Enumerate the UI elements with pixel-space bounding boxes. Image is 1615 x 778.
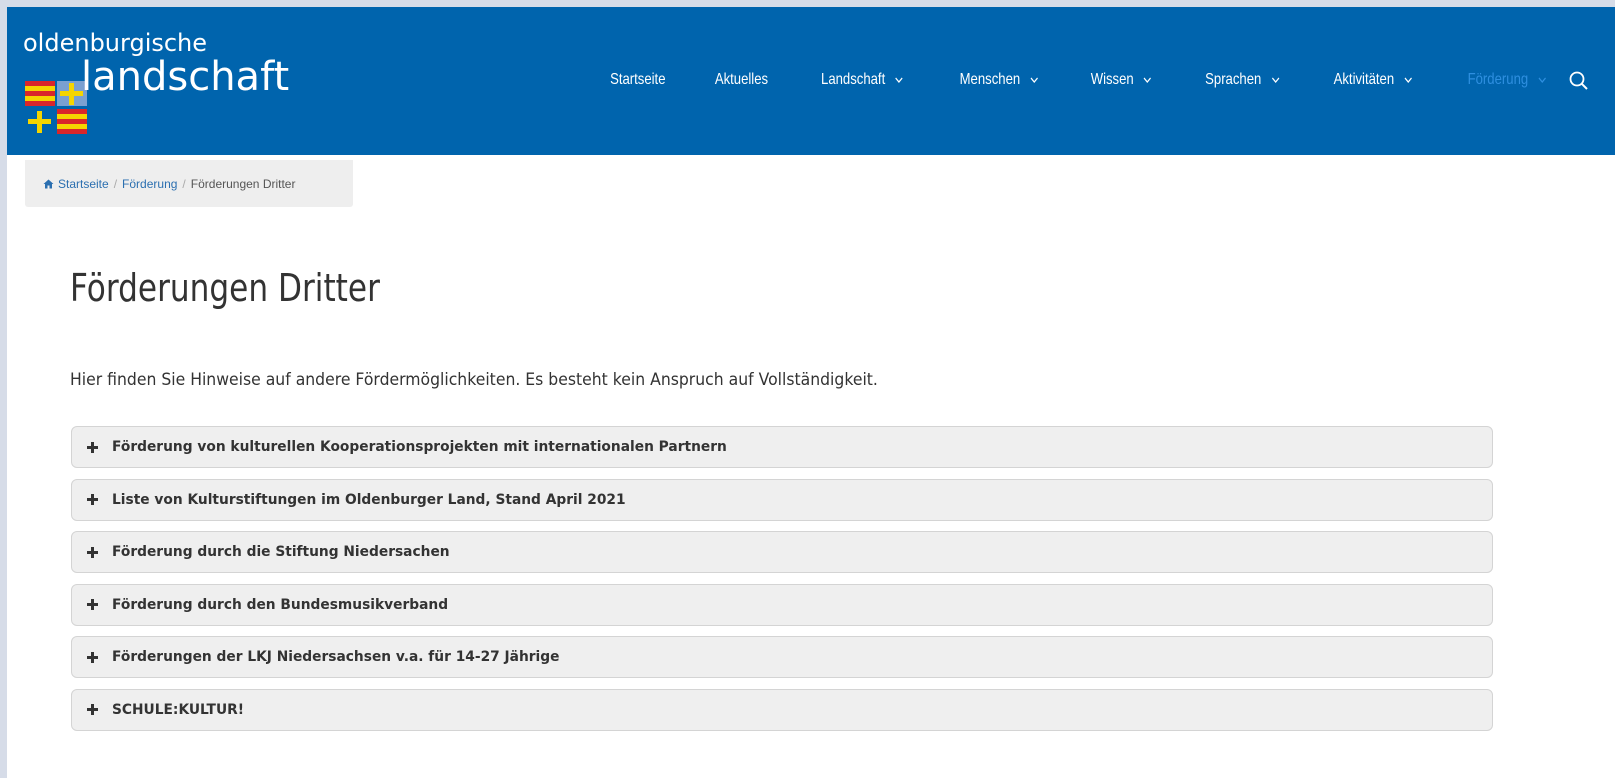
nav-label: Landschaft <box>821 71 886 88</box>
search-icon[interactable] <box>1567 69 1591 93</box>
breadcrumb-current: Förderungen Dritter <box>190 176 296 191</box>
plus-icon <box>87 651 98 663</box>
nav-item-landschaft[interactable]: Landschaft <box>821 71 904 89</box>
breadcrumb-separator: / <box>182 176 186 191</box>
plus-icon <box>87 441 98 453</box>
nav-item-foerderung[interactable]: Förderung <box>1468 71 1547 89</box>
accordion-item[interactable]: Liste von Kulturstiftungen im Oldenburge… <box>71 478 1493 521</box>
nav-label: Aktuelles <box>715 71 769 88</box>
plus-icon <box>87 494 98 505</box>
window-top-border <box>0 0 1615 7</box>
chevron-down-icon <box>895 77 904 83</box>
accordion-item-label: Förderungen der LKJ Niedersachsen v.a. f… <box>112 649 560 665</box>
accordion-item-label: Liste von Kulturstiftungen im Oldenburge… <box>112 491 626 508</box>
accordion-item[interactable]: Förderung von kulturellen Kooperationspr… <box>71 426 1493 468</box>
plus-icon <box>87 546 98 558</box>
window-left-border <box>0 0 7 778</box>
chevron-down-icon <box>1538 77 1546 83</box>
nav-label: Förderung <box>1467 71 1529 88</box>
nav-item-startseite[interactable]: Startseite <box>610 71 665 89</box>
accordion-item-label: Förderung durch den Bundesmusikverband <box>112 596 449 613</box>
nav-label: Aktivitäten <box>1333 71 1395 88</box>
chevron-down-icon <box>1029 77 1038 83</box>
nav-item-wissen[interactable]: Wissen <box>1091 71 1152 89</box>
accordion: Förderung von kulturellen Kooperationspr… <box>71 426 1493 741</box>
breadcrumb-separator: / <box>113 176 118 191</box>
nav-label: Sprachen <box>1205 71 1262 88</box>
breadcrumb-link-foerderung[interactable]: Förderung <box>122 177 177 191</box>
nav-label: Wissen <box>1091 71 1135 88</box>
accordion-item-label: Förderung durch die Stiftung Niedersache… <box>112 544 450 560</box>
main-navigation: Startseite Aktuelles Landschaft Menschen… <box>604 71 1555 89</box>
chevron-down-icon <box>1144 77 1152 83</box>
accordion-item[interactable]: Förderung durch den Bundesmusikverband <box>71 583 1493 626</box>
nav-item-aktivitaeten[interactable]: Aktivitäten <box>1334 71 1413 89</box>
nav-item-sprachen[interactable]: Sprachen <box>1205 71 1279 89</box>
page-title: Förderungen Dritter <box>70 266 380 310</box>
site-header: oldenburgische landschaft Startseite Akt <box>7 7 1615 155</box>
nav-item-menschen[interactable]: Menschen <box>959 71 1038 89</box>
breadcrumb: Startseite / Förderung / Förderungen Dri… <box>25 160 353 207</box>
accordion-item-label: Förderung von kulturellen Kooperationspr… <box>112 439 727 455</box>
logo-text-line2: landschaft <box>81 54 290 100</box>
accordion-item[interactable]: Förderungen der LKJ Niedersachsen v.a. f… <box>71 636 1493 678</box>
breadcrumb-link-startseite[interactable]: Startseite <box>58 177 109 191</box>
intro-text: Hier finden Sie Hinweise auf andere Förd… <box>70 370 878 390</box>
nav-label: Startseite <box>609 71 666 88</box>
nav-label: Menschen <box>959 71 1020 88</box>
oldenburg-flag-icon <box>25 81 87 134</box>
nav-item-aktuelles[interactable]: Aktuelles <box>715 71 768 89</box>
logo-text-line1: oldenburgische <box>23 29 208 57</box>
chevron-down-icon <box>1404 77 1413 83</box>
accordion-item-label: SCHULE:KULTUR! <box>112 701 245 718</box>
accordion-item[interactable]: Förderung durch die Stiftung Niedersache… <box>71 531 1493 573</box>
chevron-down-icon <box>1271 77 1279 83</box>
plus-icon <box>87 704 98 715</box>
home-icon <box>43 179 54 188</box>
plus-icon <box>87 599 98 610</box>
accordion-item[interactable]: SCHULE:KULTUR! <box>71 688 1493 731</box>
